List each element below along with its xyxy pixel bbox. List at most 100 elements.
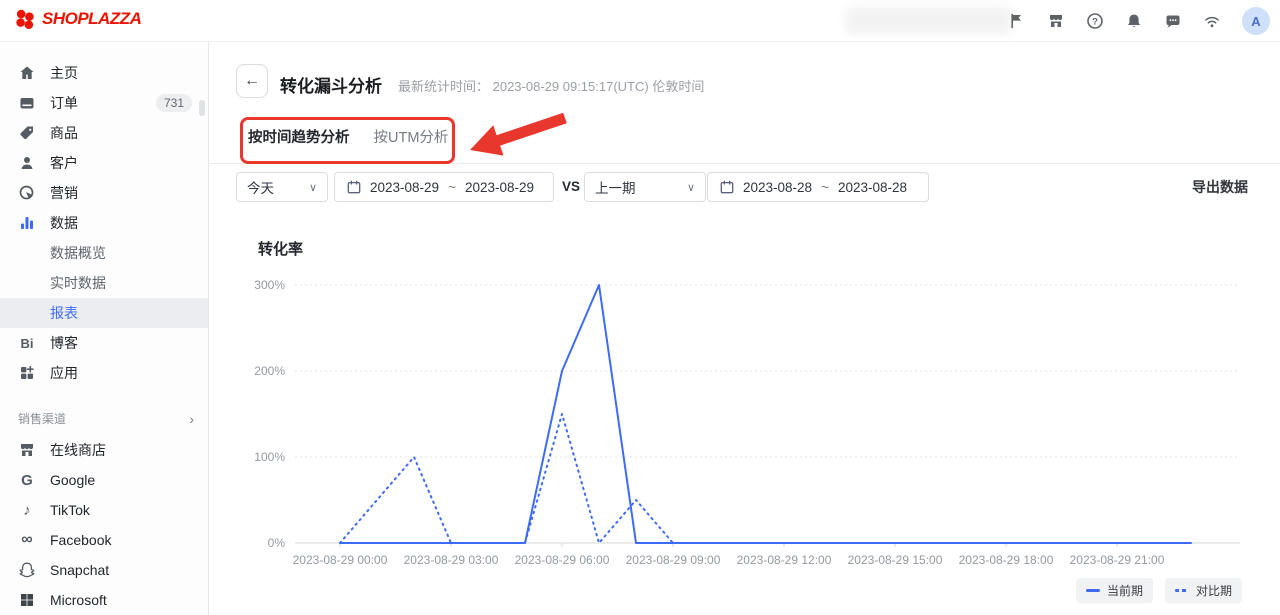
sidebar-item-label: 客户	[50, 153, 78, 173]
svg-text:2023-08-29 15:00: 2023-08-29 15:00	[848, 553, 943, 567]
chevron-down-icon: ∨	[687, 181, 695, 194]
microsoft-icon	[18, 591, 36, 609]
person-icon	[18, 154, 36, 172]
sidebar-scrollbar-thumb[interactable]	[199, 100, 205, 116]
sidebar-item-label: Microsoft	[50, 592, 107, 608]
sidebar-item-products[interactable]: 商品	[0, 118, 208, 148]
tab-time-trend-analysis[interactable]: 按时间趋势分析	[248, 126, 350, 164]
sidebar-item-tiktok[interactable]: ♪ TikTok	[0, 495, 208, 525]
back-arrow-icon: ←	[244, 72, 260, 90]
sidebar-item-label: 主页	[50, 63, 78, 83]
compare-period-select[interactable]: 上一期 ∨	[584, 172, 706, 202]
online-store-icon	[18, 441, 36, 459]
sidebar-item-label: 订单	[50, 93, 78, 113]
chart-title: 转化率	[258, 238, 303, 259]
back-button[interactable]: ←	[236, 64, 268, 98]
sidebar-item-google[interactable]: G Google	[0, 465, 208, 495]
sidebar-item-microsoft[interactable]: Microsoft	[0, 585, 208, 615]
sidebar-item-online-store[interactable]: 在线商店	[0, 435, 208, 465]
chevron-right-icon[interactable]: ›	[189, 411, 194, 427]
sidebar-item-label: Facebook	[50, 532, 111, 548]
sidebar-item-marketing[interactable]: 营销	[0, 178, 208, 208]
sidebar-nav: 主页 订单 731 商品 客户 营销 数据 数据概览 实时数据 报表 Bi 博客…	[0, 42, 209, 615]
snapchat-ghost-icon	[18, 561, 36, 579]
notifications-bell-icon[interactable]	[1125, 12, 1143, 30]
user-avatar[interactable]: A	[1242, 7, 1270, 35]
sidebar-item-customers[interactable]: 客户	[0, 148, 208, 178]
orders-icon	[18, 94, 36, 112]
tiktok-icon: ♪	[18, 501, 36, 519]
sidebar-subitem-reports[interactable]: 报表	[0, 298, 208, 328]
blurred-store-name	[846, 7, 1011, 34]
sidebar-item-facebook[interactable]: ∞ Facebook	[0, 525, 208, 555]
period-select[interactable]: 今天 ∨	[236, 172, 328, 202]
sidebar-subitem-realtime-data[interactable]: 实时数据	[0, 268, 208, 298]
shoplazza-logo[interactable]: SHOPLAZZA	[14, 8, 141, 30]
storefront-icon[interactable]	[1047, 12, 1065, 30]
sidebar-subitem-data-overview[interactable]: 数据概览	[0, 238, 208, 268]
wifi-icon[interactable]	[1203, 12, 1221, 30]
range-end-date: 2023-08-29	[465, 180, 534, 195]
sidebar-item-data[interactable]: 数据	[0, 208, 208, 238]
tag-icon	[18, 124, 36, 142]
analysis-tabs: 按时间趋势分析 按UTM分析	[248, 126, 448, 164]
sidebar-item-label: 营销	[50, 183, 78, 203]
vs-label: VS	[562, 172, 580, 202]
tab-utm-analysis[interactable]: 按UTM分析	[374, 126, 449, 164]
svg-text:2023-08-29 03:00: 2023-08-29 03:00	[404, 553, 499, 567]
export-data-button[interactable]: 导出数据	[1192, 177, 1248, 197]
sidebar-item-label: Snapchat	[50, 562, 109, 578]
google-icon: G	[18, 471, 36, 489]
compare-end-date: 2023-08-28	[838, 180, 907, 195]
orders-count-badge: 731	[156, 94, 192, 112]
svg-text:0%: 0%	[268, 536, 286, 550]
sales-channels-section: 销售渠道 ›	[0, 388, 208, 435]
sidebar-item-home[interactable]: 主页	[0, 58, 208, 88]
sidebar-item-orders[interactable]: 订单 731	[0, 88, 208, 118]
chart-legend: 当前期 对比期	[1076, 578, 1242, 603]
svg-text:2023-08-29 21:00: 2023-08-29 21:00	[1070, 553, 1165, 567]
period-select-value: 今天	[247, 177, 274, 197]
svg-text:300%: 300%	[254, 278, 285, 292]
top-bar: SHOPLAZZA ? A	[0, 0, 1280, 42]
svg-text:2023-08-29 12:00: 2023-08-29 12:00	[737, 553, 832, 567]
svg-text:200%: 200%	[254, 364, 285, 378]
current-date-range[interactable]: 2023-08-29 ~ 2023-08-29	[334, 172, 554, 202]
messages-icon[interactable]	[1164, 12, 1182, 30]
brand-wordmark: SHOPLAZZA	[42, 9, 141, 29]
page-title: 转化漏斗分析	[280, 72, 382, 97]
sidebar-item-blog[interactable]: Bi 博客	[0, 328, 208, 358]
sidebar-item-apps[interactable]: 应用	[0, 358, 208, 388]
sidebar-item-label: Google	[50, 472, 95, 488]
bar-chart-icon	[18, 214, 36, 232]
flag-icon[interactable]	[1008, 12, 1026, 30]
avatar-initial: A	[1251, 14, 1260, 29]
home-icon	[18, 64, 36, 82]
range-separator: ~	[821, 180, 829, 195]
shoplazza-mark-icon	[14, 8, 36, 30]
svg-text:2023-08-29 00:00: 2023-08-29 00:00	[293, 553, 388, 567]
legend-current-period[interactable]: 当前期	[1076, 578, 1153, 603]
chevron-down-icon: ∨	[309, 181, 317, 194]
main-content: ← 转化漏斗分析 最新统计时间： 2023-08-29 09:15:17(UTC…	[210, 42, 1280, 615]
meta-infinity-icon: ∞	[18, 531, 36, 549]
range-start-date: 2023-08-29	[370, 180, 439, 195]
sidebar-item-snapchat[interactable]: Snapchat	[0, 555, 208, 585]
solid-line-swatch	[1086, 589, 1100, 592]
sidebar-item-label: 数据	[50, 213, 78, 233]
sidebar-item-label: TikTok	[50, 502, 90, 518]
marketing-target-icon	[18, 184, 36, 202]
sidebar-item-label: 应用	[50, 363, 78, 383]
conversion-rate-line-chart: 0%100%200%300%2023-08-29 00:002023-08-29…	[236, 270, 1256, 600]
svg-text:2023-08-29 09:00: 2023-08-29 09:00	[626, 553, 721, 567]
compare-date-range[interactable]: 2023-08-28 ~ 2023-08-28	[707, 172, 929, 202]
svg-text:2023-08-29 06:00: 2023-08-29 06:00	[515, 553, 610, 567]
help-icon[interactable]: ?	[1086, 12, 1104, 30]
sidebar-item-label: 博客	[50, 333, 78, 353]
svg-text:2023-08-29 18:00: 2023-08-29 18:00	[959, 553, 1054, 567]
apps-grid-icon	[18, 364, 36, 382]
legend-compare-period[interactable]: 对比期	[1165, 578, 1242, 603]
compare-select-value: 上一期	[595, 177, 636, 197]
range-separator: ~	[448, 180, 456, 195]
compare-start-date: 2023-08-28	[743, 180, 812, 195]
